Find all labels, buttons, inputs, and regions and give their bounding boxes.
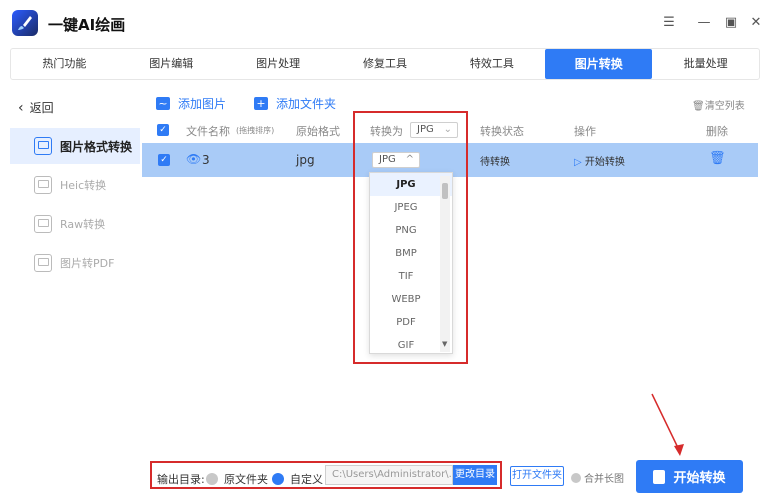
folder-plus-icon: + — [254, 97, 268, 110]
trash-icon: 🗑 — [692, 101, 705, 112]
annotation-arrow — [651, 393, 684, 456]
header-filename-hint: (拖拽排序) — [236, 126, 275, 135]
radio-custom[interactable]: 自定义 — [272, 471, 323, 487]
sidebar-item-format-convert[interactable]: 图片格式转换 — [10, 128, 140, 164]
output-dir-label: 输出目录: — [157, 473, 205, 486]
highlight-box-convert — [353, 111, 468, 364]
menu-icon[interactable]: ☰ — [660, 14, 678, 32]
maximize-icon[interactable]: ▣ — [722, 14, 740, 32]
change-dir-button[interactable]: 更改目录 — [453, 465, 497, 485]
chevron-left-icon: ‹ — [18, 100, 24, 116]
delete-icon[interactable]: 🗑 — [709, 151, 726, 166]
heic-icon — [34, 176, 52, 194]
merge-long-image-checkbox[interactable]: 合并长图 — [571, 470, 624, 485]
select-all-checkbox[interactable]: ✓ — [157, 124, 169, 136]
main-tabs: 热门功能 图片编辑 图片处理 修复工具 特效工具 图片转换 批量处理 — [10, 48, 760, 80]
tab-image-edit[interactable]: 图片编辑 — [118, 49, 225, 79]
sidebar-item-pdf[interactable]: 图片转PDF — [10, 245, 140, 281]
tab-image-convert[interactable]: 图片转换 — [545, 49, 653, 79]
add-image-button[interactable]: ~ 添加图片 — [156, 95, 226, 112]
header-filename: 文件名称 — [186, 125, 230, 138]
tab-repair[interactable]: 修复工具 — [332, 49, 439, 79]
play-icon: ▷ — [574, 157, 582, 168]
raw-icon — [34, 215, 52, 233]
header-delete: 删除 — [706, 125, 728, 138]
radio-icon — [206, 473, 218, 485]
header-action: 操作 — [574, 125, 596, 138]
row-filename: 3 — [202, 153, 210, 167]
radio-checked-icon — [272, 473, 284, 485]
start-convert-button[interactable]: 开始转换 — [636, 460, 743, 493]
open-folder-button[interactable]: 打开文件夹 — [510, 466, 564, 486]
pdf-icon — [34, 254, 52, 272]
tab-batch[interactable]: 批量处理 — [652, 49, 759, 79]
close-icon[interactable]: ✕ — [747, 14, 765, 32]
tab-effects[interactable]: 特效工具 — [438, 49, 545, 79]
image-convert-icon — [34, 137, 52, 155]
row-checkbox[interactable]: ✓ — [158, 154, 170, 166]
radio-original-folder[interactable]: 原文件夹 — [206, 471, 268, 487]
header-original-format: 原始格式 — [296, 125, 340, 138]
eye-icon[interactable]: 👁 — [186, 152, 201, 166]
brush-icon — [18, 16, 32, 30]
row-format: jpg — [296, 153, 315, 167]
row-status: 待转换 — [480, 157, 510, 168]
output-path-input[interactable]: C:\Users\Administrator\... — [325, 465, 453, 485]
app-title: 一键AI绘画 — [48, 16, 126, 34]
minimize-icon[interactable]: — — [695, 14, 713, 32]
back-button[interactable]: ‹ 返回 — [18, 99, 54, 116]
add-folder-button[interactable]: + 添加文件夹 — [254, 95, 336, 112]
row-start-convert[interactable]: ▷ 开始转换 — [574, 153, 625, 168]
sidebar-item-heic[interactable]: Heic转换 — [10, 167, 140, 203]
header-status: 转换状态 — [480, 125, 524, 138]
convert-file-icon — [653, 469, 666, 484]
check-circle-icon — [571, 472, 581, 483]
app-logo — [12, 10, 38, 36]
sidebar-item-raw[interactable]: Raw转换 — [10, 206, 140, 242]
tab-hot[interactable]: 热门功能 — [11, 49, 118, 79]
tab-image-process[interactable]: 图片处理 — [225, 49, 332, 79]
clear-list-button[interactable]: 🗑清空列表 — [692, 97, 745, 112]
image-icon: ~ — [156, 97, 170, 110]
